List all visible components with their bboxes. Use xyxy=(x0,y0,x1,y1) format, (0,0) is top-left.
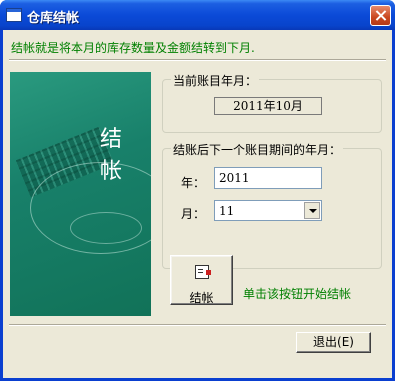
next-period-group-title: 结账后下一个账目期间的年月： xyxy=(171,141,344,158)
close-period-button-label: 结帐 xyxy=(189,291,214,305)
chevron-down-icon[interactable] xyxy=(304,202,320,219)
top-divider xyxy=(9,59,386,61)
current-period-group: 当前账目年月： 2011年10月 xyxy=(162,72,382,133)
year-input[interactable]: 2011 xyxy=(214,167,322,189)
current-period-display: 2011年10月 xyxy=(214,97,322,115)
dialog-window: 仓库结帐 结帐就是将本月的库存数量及金额结转到下月. 结帐 当前账目年月： 20… xyxy=(0,0,395,381)
exit-button[interactable]: 退出(E) xyxy=(296,332,371,353)
month-select[interactable]: 11 xyxy=(214,200,322,221)
banner-text: 结帐 xyxy=(99,127,122,184)
close-period-button[interactable]: 结帐 xyxy=(170,255,233,305)
intro-text: 结帐就是将本月的库存数量及金额结转到下月. xyxy=(11,41,255,55)
month-label: 月： xyxy=(181,207,206,221)
document-icon xyxy=(195,265,211,279)
close-window-button[interactable] xyxy=(370,5,391,26)
next-period-group: 结账后下一个账目期间的年月： 年： 2011 月： 11 xyxy=(162,141,382,269)
year-label: 年： xyxy=(181,176,206,190)
window-app-icon xyxy=(6,8,22,22)
month-select-value: 11 xyxy=(219,204,235,218)
bottom-divider xyxy=(9,324,386,326)
window-title: 仓库结帐 xyxy=(27,11,80,26)
decorative-ring-small xyxy=(70,212,142,244)
dialog-body: 结帐就是将本月的库存数量及金额结转到下月. 结帐 当前账目年月： 2011年10… xyxy=(3,30,392,378)
close-period-hint: 单击该按钮开始结帐 xyxy=(243,287,352,301)
banner-image: 结帐 xyxy=(10,72,151,316)
current-period-group-title: 当前账目年月： xyxy=(171,72,260,89)
title-bar[interactable]: 仓库结帐 xyxy=(0,0,395,30)
